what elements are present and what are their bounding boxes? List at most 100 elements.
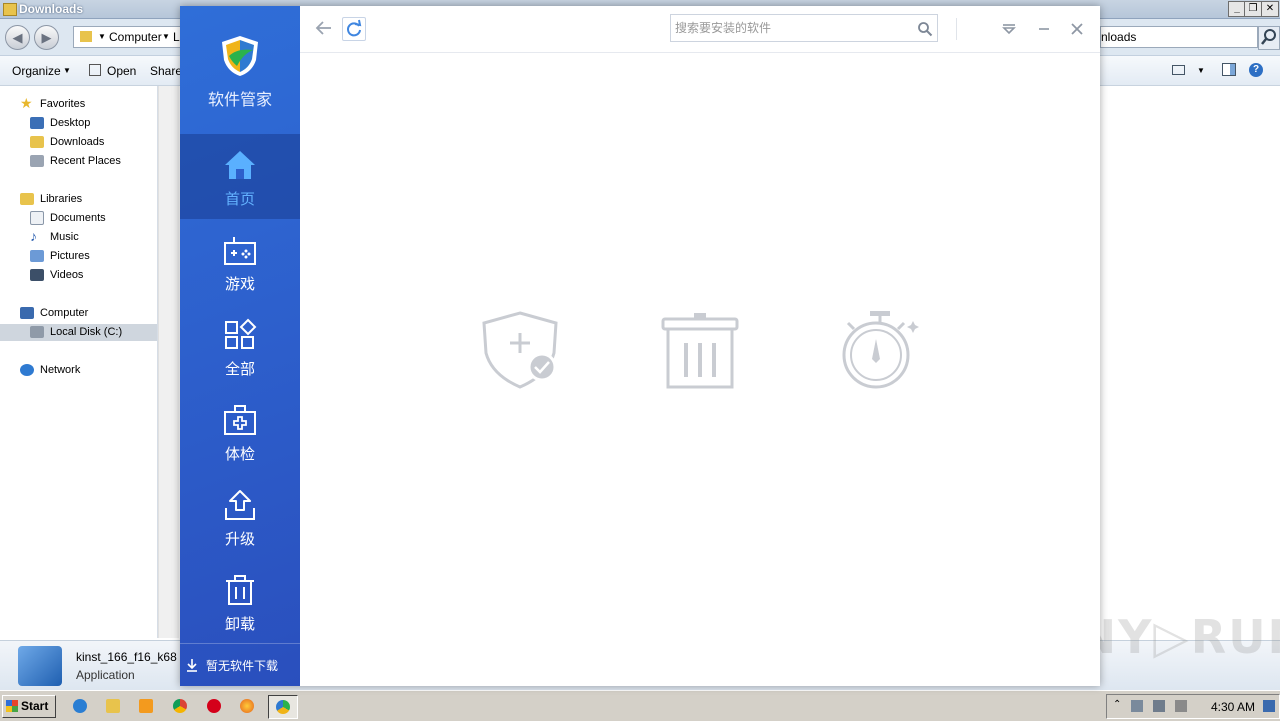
search-icon — [1261, 29, 1276, 45]
taskbar-ie[interactable] — [68, 695, 92, 717]
forward-button[interactable]: ▶ — [34, 25, 59, 50]
nav-games-label: 游戏 — [224, 276, 255, 293]
star-icon: ★ — [20, 95, 33, 111]
minimize-icon[interactable] — [1033, 18, 1055, 40]
main-content — [300, 53, 1100, 686]
view-icon[interactable] — [1172, 65, 1185, 75]
recent-places-icon — [30, 155, 44, 167]
main-topbar — [300, 6, 1100, 53]
close-icon[interactable] — [1066, 18, 1088, 40]
download-status-label: 暂无软件下载 — [206, 659, 279, 673]
shield-plus-icon — [482, 311, 558, 389]
shield-logo-icon — [222, 36, 258, 76]
folder-icon — [106, 699, 120, 713]
close-button[interactable]: ✕ — [1261, 1, 1279, 17]
download-icon — [187, 659, 197, 672]
nav-all[interactable]: 全部 — [180, 304, 300, 389]
windows-logo-icon — [6, 700, 18, 712]
installer-icon — [18, 646, 62, 686]
search-box[interactable] — [670, 14, 938, 42]
show-desktop-icon[interactable] — [1263, 700, 1275, 712]
explorer-search-text: nloads — [1101, 30, 1137, 44]
open-button[interactable]: Open — [107, 64, 136, 78]
flag-icon[interactable] — [1175, 700, 1187, 712]
home-icon — [225, 151, 255, 179]
open-icon — [89, 64, 101, 76]
libraries-icon — [20, 193, 34, 205]
apps-grid-icon — [225, 318, 257, 349]
details-filetype: Application — [76, 668, 135, 682]
stopwatch-icon — [842, 311, 919, 389]
address-computer[interactable]: Computer — [109, 30, 162, 44]
opera-icon — [207, 699, 221, 713]
software-manager-icon — [276, 700, 290, 714]
ie-icon — [73, 699, 87, 713]
volume-icon[interactable] — [1153, 700, 1165, 712]
address-bar[interactable]: ▼ Computer ▼ Lo — [73, 26, 186, 48]
help-icon[interactable]: ? — [1249, 63, 1263, 77]
start-button[interactable]: Start — [2, 695, 56, 718]
restore-button[interactable]: ❐ — [1244, 1, 1262, 17]
organize-menu[interactable]: Organize — [12, 64, 61, 78]
medical-kit-icon — [224, 405, 256, 435]
back-button[interactable]: ◀ — [5, 25, 30, 50]
nav-uninstall[interactable]: 卸载 — [180, 559, 300, 644]
chevron-up-icon[interactable]: ⌃ — [1113, 699, 1125, 711]
documents-icon — [30, 211, 44, 225]
preview-pane-icon[interactable] — [1222, 63, 1236, 76]
nav-scrollbar[interactable] — [158, 86, 179, 638]
taskbar-firefox[interactable] — [235, 695, 259, 717]
music-icon: ♪ — [30, 228, 37, 244]
upload-icon — [225, 490, 255, 520]
search-button[interactable] — [1258, 26, 1280, 50]
nav-upgrade[interactable]: 升级 — [180, 474, 300, 559]
folder-icon — [3, 3, 17, 16]
chevron-down-icon[interactable]: ▼ — [1197, 66, 1205, 75]
nav-upgrade-label: 升级 — [224, 531, 255, 548]
sidebar: 软件管家 首页 游戏 全部 体检 升级 卸载 暂无软件下载 — [180, 6, 300, 686]
media-player-icon — [139, 699, 153, 713]
taskbar-media-player[interactable] — [134, 695, 158, 717]
nav-local-disk[interactable]: Local Disk (C:) — [0, 324, 157, 341]
trash-icon — [661, 313, 739, 389]
nav-home[interactable]: 首页 — [180, 134, 300, 219]
back-arrow-icon[interactable] — [314, 18, 334, 38]
search-icon[interactable] — [917, 21, 933, 37]
chevron-down-icon: ▼ — [162, 32, 170, 41]
firefox-icon — [240, 699, 254, 713]
system-tray: ⌃ 4:30 AM — [1106, 694, 1280, 719]
chrome-icon — [173, 699, 187, 713]
taskbar: Start ⌃ 4:30 AM — [0, 690, 1280, 721]
download-status[interactable]: 暂无软件下载 — [180, 643, 300, 686]
nav-home-label: 首页 — [224, 191, 255, 208]
nav-all-label: 全部 — [224, 361, 255, 378]
chevron-down-icon: ▼ — [98, 32, 106, 41]
taskbar-opera[interactable] — [202, 695, 226, 717]
chevron-down-icon: ▼ — [63, 66, 71, 75]
explorer-title: Downloads — [19, 2, 84, 16]
search-input[interactable] — [675, 19, 905, 37]
computer-icon — [20, 307, 34, 319]
menu-dropdown-icon[interactable] — [998, 18, 1020, 40]
share-menu[interactable]: Share — [150, 64, 182, 78]
nav-games[interactable]: 游戏 — [180, 219, 300, 304]
explorer-search-input[interactable]: nloads — [1100, 26, 1258, 48]
taskbar-explorer[interactable] — [101, 695, 125, 717]
explorer-nav-pane: ★ Favorites Desktop Downloads Recent Pla… — [0, 86, 158, 638]
network-icon — [20, 364, 34, 376]
videos-icon — [30, 269, 44, 281]
clock[interactable]: 4:30 AM — [1211, 700, 1255, 714]
nav-uninstall-label: 卸载 — [224, 616, 255, 633]
desktop-icon — [30, 117, 44, 129]
taskbar-software-manager[interactable] — [268, 695, 298, 719]
refresh-button[interactable] — [342, 17, 366, 41]
nav-checkup-label: 体检 — [224, 446, 255, 463]
topbar-divider — [956, 18, 957, 40]
gamepad-icon — [224, 237, 256, 265]
network-tray-icon[interactable] — [1131, 700, 1143, 712]
drive-icon — [30, 326, 44, 338]
taskbar-chrome[interactable] — [168, 695, 192, 717]
software-manager-window: 软件管家 首页 游戏 全部 体检 升级 卸载 暂无软件下载 搜索要安装的软件 — [180, 6, 1100, 686]
logo-area: 软件管家 — [180, 6, 300, 134]
nav-checkup[interactable]: 体检 — [180, 389, 300, 474]
